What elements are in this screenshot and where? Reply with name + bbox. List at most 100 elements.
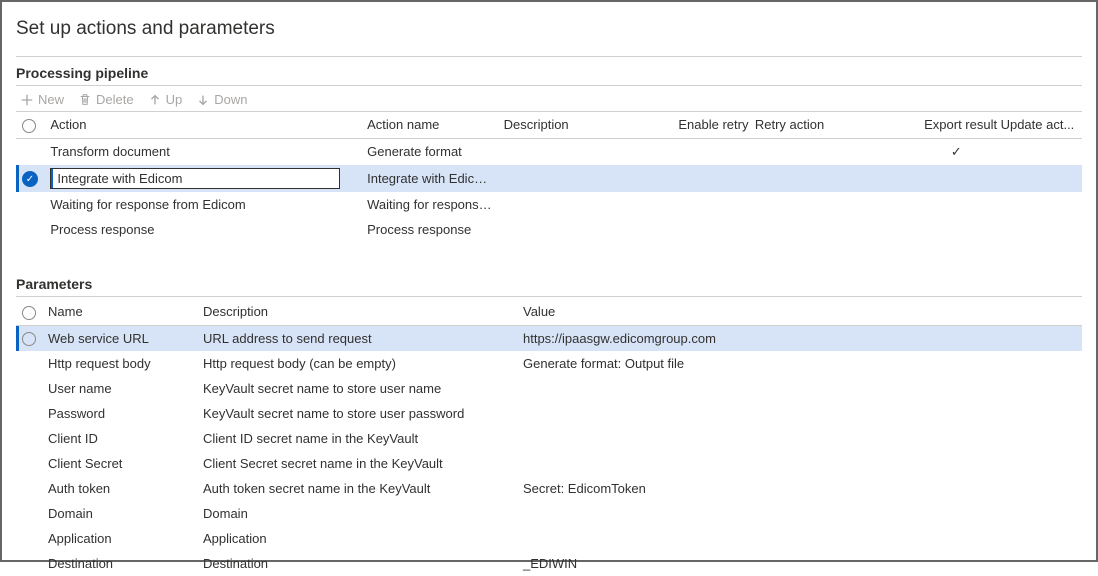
pipeline-row-name[interactable]: Waiting for response fro... xyxy=(361,192,498,217)
parameters-row-description[interactable]: Http request body (can be empty) xyxy=(197,351,517,376)
parameters-row-name[interactable]: Client ID xyxy=(42,426,197,451)
pipeline-row-export-result[interactable]: ✓ xyxy=(918,138,994,165)
parameters-row-selector[interactable] xyxy=(16,526,42,551)
pipeline-row[interactable]: ✓ Integrate with Edicom Integrate with Edi… xyxy=(16,165,1082,193)
pipeline-row-retry-action[interactable] xyxy=(749,217,918,242)
pipeline-header-action[interactable]: Action xyxy=(44,112,361,139)
parameters-row-description[interactable]: KeyVault secret name to store user name xyxy=(197,376,517,401)
parameters-row-value[interactable] xyxy=(517,526,1082,551)
parameters-row-value[interactable] xyxy=(517,376,1082,401)
pipeline-row-selector[interactable] xyxy=(16,138,44,165)
parameters-row-value[interactable] xyxy=(517,426,1082,451)
parameters-header-select[interactable] xyxy=(16,299,42,325)
pipeline-row[interactable]: Transform documentGenerate format ✓ xyxy=(16,138,1082,165)
pipeline-row-update-act[interactable] xyxy=(995,192,1082,217)
pipeline-row-update-act[interactable] xyxy=(995,165,1082,193)
pipeline-action-input[interactable]: Integrate with Edicom xyxy=(50,168,339,189)
pipeline-header-select[interactable] xyxy=(16,112,44,139)
parameters-row-name[interactable]: Destination xyxy=(42,551,197,576)
parameters-row-value[interactable] xyxy=(517,501,1082,526)
parameters-row-value[interactable]: _EDIWIN xyxy=(517,551,1082,576)
pipeline-row-update-act[interactable] xyxy=(995,217,1082,242)
parameters-row[interactable]: Http request bodyHttp request body (can … xyxy=(16,351,1082,376)
parameters-row-description[interactable]: Destination xyxy=(197,551,517,576)
pipeline-row-retry-action[interactable] xyxy=(749,192,918,217)
pipeline-row-export-result[interactable] xyxy=(918,165,994,193)
parameters-row-value[interactable]: Secret: EdicomToken xyxy=(517,476,1082,501)
parameters-row-selector[interactable] xyxy=(16,551,42,576)
parameters-row-description[interactable]: URL address to send request xyxy=(197,325,517,351)
parameters-row-name[interactable]: Client Secret xyxy=(42,451,197,476)
parameters-row[interactable]: User nameKeyVault secret name to store u… xyxy=(16,376,1082,401)
parameters-row-selector[interactable] xyxy=(16,351,42,376)
parameters-row[interactable]: DomainDomain xyxy=(16,501,1082,526)
parameters-row[interactable]: Client IDClient ID secret name in the Ke… xyxy=(16,426,1082,451)
parameters-row[interactable]: Auth tokenAuth token secret name in the … xyxy=(16,476,1082,501)
parameters-row-selector[interactable] xyxy=(16,476,42,501)
parameters-row-value[interactable]: Generate format: Output file xyxy=(517,351,1082,376)
parameters-row-name[interactable]: Application xyxy=(42,526,197,551)
parameters-row-name[interactable]: Domain xyxy=(42,501,197,526)
toolbar-down-button[interactable]: Down xyxy=(196,92,247,107)
pipeline-row-name[interactable]: Process response xyxy=(361,217,498,242)
pipeline-row-export-result[interactable] xyxy=(918,217,994,242)
pipeline-row-enable-retry[interactable] xyxy=(672,138,748,165)
parameters-row-value[interactable] xyxy=(517,451,1082,476)
pipeline-header-enable-retry[interactable]: Enable retry xyxy=(672,112,748,139)
pipeline-row-enable-retry[interactable] xyxy=(672,217,748,242)
pipeline-header-description[interactable]: Description xyxy=(498,112,673,139)
pipeline-row-retry-action[interactable] xyxy=(749,138,918,165)
pipeline-header-retry-action[interactable]: Retry action xyxy=(749,112,918,139)
parameters-row-description[interactable]: Auth token secret name in the KeyVault xyxy=(197,476,517,501)
parameters-row-name[interactable]: Auth token xyxy=(42,476,197,501)
parameters-row-selector[interactable] xyxy=(16,325,42,351)
parameters-row-description[interactable]: Domain xyxy=(197,501,517,526)
pipeline-row-selector[interactable] xyxy=(16,192,44,217)
pipeline-row-selector[interactable]: ✓ xyxy=(16,165,44,193)
parameters-row[interactable]: ApplicationApplication xyxy=(16,526,1082,551)
pipeline-row-action[interactable]: Waiting for response from Edicom xyxy=(44,192,361,217)
parameters-header-value[interactable]: Value xyxy=(517,299,1082,325)
parameters-row[interactable]: Web service URLURL address to send reque… xyxy=(16,325,1082,351)
parameters-row-selector[interactable] xyxy=(16,451,42,476)
parameters-row[interactable]: DestinationDestination_EDIWIN xyxy=(16,551,1082,576)
pipeline-row-enable-retry[interactable] xyxy=(672,192,748,217)
pipeline-row[interactable]: Waiting for response from EdicomWaiting … xyxy=(16,192,1082,217)
pipeline-row-retry-action[interactable] xyxy=(749,165,918,193)
parameters-row-selector[interactable] xyxy=(16,401,42,426)
parameters-row-value[interactable] xyxy=(517,401,1082,426)
parameters-row[interactable]: Client SecretClient Secret secret name i… xyxy=(16,451,1082,476)
pipeline-row-name[interactable]: Integrate with Edicom xyxy=(361,165,498,193)
parameters-row-name[interactable]: User name xyxy=(42,376,197,401)
toolbar-delete-button[interactable]: Delete xyxy=(78,92,134,107)
pipeline-row-action[interactable]: Integrate with Edicom xyxy=(44,165,361,193)
pipeline-row[interactable]: Process responseProcess response xyxy=(16,217,1082,242)
parameters-row[interactable]: PasswordKeyVault secret name to store us… xyxy=(16,401,1082,426)
pipeline-row-description[interactable] xyxy=(498,217,673,242)
pipeline-row-action[interactable]: Process response xyxy=(44,217,361,242)
pipeline-header-export-result[interactable]: Export result xyxy=(918,112,994,139)
parameters-row-description[interactable]: KeyVault secret name to store user passw… xyxy=(197,401,517,426)
parameters-row-description[interactable]: Application xyxy=(197,526,517,551)
parameters-row-name[interactable]: Web service URL xyxy=(42,325,197,351)
parameters-row-selector[interactable] xyxy=(16,376,42,401)
pipeline-row-description[interactable] xyxy=(498,165,673,193)
parameters-row-value[interactable]: https://ipaasgw.edicomgroup.com xyxy=(517,325,1082,351)
pipeline-row-action[interactable]: Transform document xyxy=(44,138,361,165)
parameters-row-selector[interactable] xyxy=(16,501,42,526)
parameters-row-description[interactable]: Client ID secret name in the KeyVault xyxy=(197,426,517,451)
parameters-header-description[interactable]: Description xyxy=(197,299,517,325)
toolbar-up-button[interactable]: Up xyxy=(148,92,183,107)
pipeline-row-selector[interactable] xyxy=(16,217,44,242)
parameters-row-name[interactable]: Http request body xyxy=(42,351,197,376)
toolbar-new-button[interactable]: New xyxy=(20,92,64,107)
pipeline-row-description[interactable] xyxy=(498,192,673,217)
pipeline-row-enable-retry[interactable] xyxy=(672,165,748,193)
parameters-row-selector[interactable] xyxy=(16,426,42,451)
pipeline-row-update-act[interactable] xyxy=(995,138,1082,165)
parameters-header-name[interactable]: Name xyxy=(42,299,197,325)
pipeline-row-name[interactable]: Generate format xyxy=(361,138,498,165)
pipeline-row-export-result[interactable] xyxy=(918,192,994,217)
pipeline-row-description[interactable] xyxy=(498,138,673,165)
pipeline-header-name[interactable]: Action name xyxy=(361,112,498,139)
